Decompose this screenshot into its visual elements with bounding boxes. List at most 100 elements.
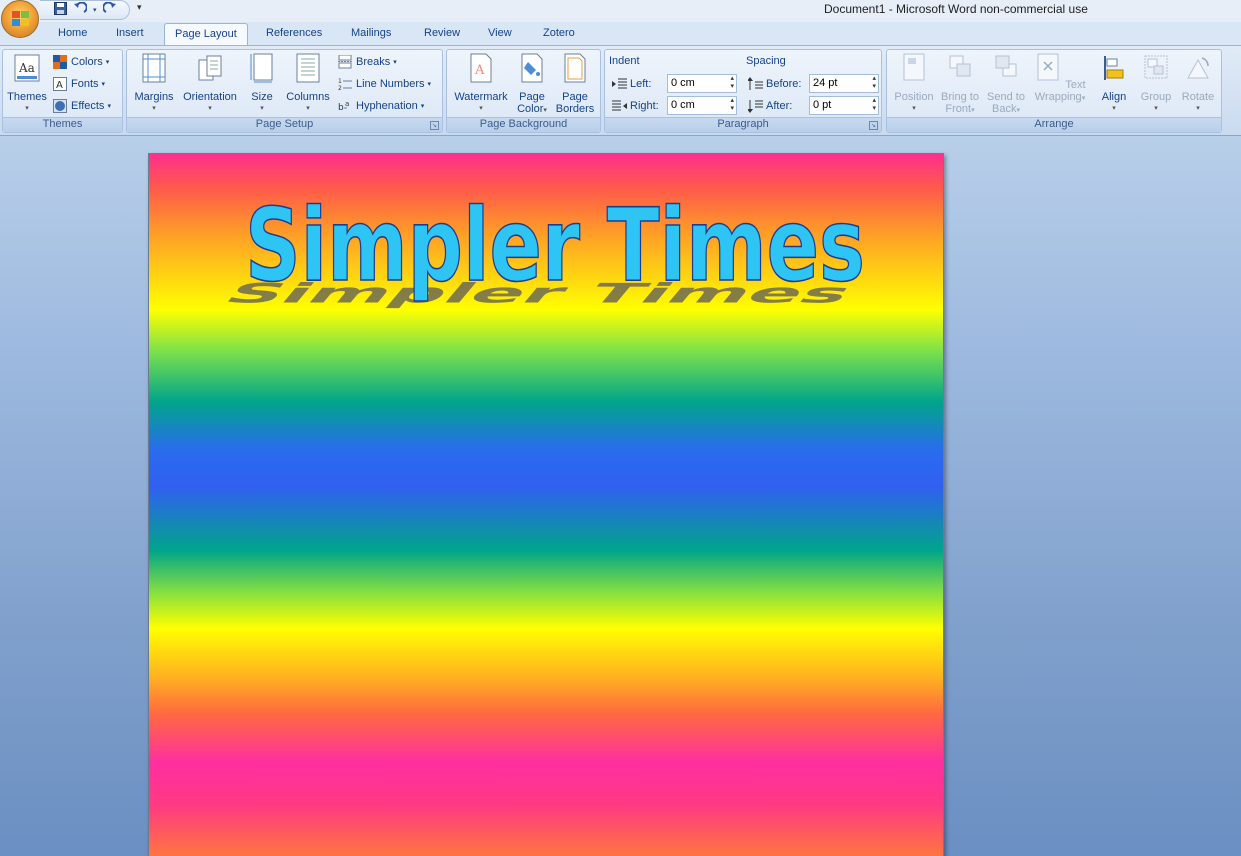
customize-qat-icon[interactable]: ▾ [137,3,142,13]
wordart-title[interactable]: Simpler Times Simpler Times [149,154,945,334]
position-icon [903,53,925,81]
chevron-down-icon: ▾ [306,105,310,112]
watermark-button[interactable]: A Watermark ▾ [452,52,510,115]
hyphenation-button[interactable]: ba Hyphenation ▾ [338,99,424,113]
ribbon: Aa Themes ▾ Colors ▾ A Fonts ▾ Effects ▾ Th… [0,45,1241,136]
indent-right-label: Right: [612,99,659,113]
text-wrapping-icon [1037,53,1059,81]
send-to-back-icon [995,55,1017,77]
page-background-group: A Watermark ▾ Page Color▾ Page Borders P… [446,49,601,133]
rotate-button[interactable]: Rotate ▾ [1177,52,1219,115]
undo-icon[interactable] [71,1,89,18]
svg-text:A: A [474,63,485,78]
page-color-icon [521,53,543,83]
svg-text:b: b [338,103,344,113]
group-button[interactable]: Group ▾ [1137,52,1175,115]
page-borders-button[interactable]: Page Borders [554,52,596,115]
redo-icon[interactable] [101,1,119,18]
columns-icon [296,53,320,83]
window-title: Document1 - Microsoft Word non-commercia… [824,2,1088,16]
svg-text:A: A [56,80,63,91]
tab-home[interactable]: Home [58,27,87,39]
page-setup-group: Margins ▾ Orientation ▾ Size ▾ Columns ▾… [126,49,443,133]
text-wrapping-button[interactable]: Text Wrapping▾ [1029,52,1091,105]
spinner-arrows-icon[interactable]: ▴ ▾ [730,75,734,91]
position-button[interactable]: Position ▾ [891,52,937,115]
page-setup-group-label: Page Setup [127,117,442,132]
page-background-group-label: Page Background [447,117,600,132]
chevron-down-icon: ▾ [1196,105,1200,112]
indent-left-icon [612,77,627,91]
margins-icon [142,53,166,83]
document-page[interactable]: Simpler Times Simpler Times [148,153,944,856]
colors-button[interactable]: Colors ▾ [53,55,109,69]
send-to-back-button[interactable]: Send to Back▾ [983,52,1029,117]
themes-group: Aa Themes ▾ Colors ▾ A Fonts ▾ Effects ▾ Th… [2,49,123,133]
indent-left-spinner[interactable]: 0 cm ▴ ▾ [667,74,737,93]
size-icon [250,53,273,83]
bring-to-front-button[interactable]: Bring to Front▾ [937,52,983,117]
indent-right-icon [612,99,627,113]
paragraph-dialog-launcher-icon[interactable]: ↘ [869,121,878,130]
tab-mailings[interactable]: Mailings [351,27,391,39]
office-logo-icon [12,11,29,26]
watermark-icon: A [470,53,492,83]
spinner-arrows-icon[interactable]: ▴ ▾ [730,97,734,113]
chevron-down-icon: ▾ [1112,105,1116,112]
chevron-down-icon: ▾ [152,105,156,112]
spacing-before-spinner[interactable]: 24 pt ▴ ▾ [809,74,879,93]
undo-dropdown-icon[interactable]: ▾ [91,6,99,14]
themes-icon: Aa [14,54,40,82]
document-area: Simpler Times Simpler Times [0,136,1241,856]
page-color-button[interactable]: Page Color▾ [513,52,551,117]
margins-button[interactable]: Margins ▾ [132,52,176,115]
title-bar: ▾ ▾ Document1 - Microsoft Word non-comme… [0,0,1241,22]
line-numbers-icon: 12 [338,77,353,92]
effects-icon [53,99,68,113]
arrange-group: Position ▾ Bring to Front▾ Send to Back▾… [886,49,1222,133]
colors-icon [53,55,68,69]
breaks-button[interactable]: Breaks ▾ [338,54,397,69]
indent-right-spinner[interactable]: 0 cm ▴ ▾ [667,96,737,115]
svg-text:2: 2 [338,85,342,91]
arrange-group-label: Arrange [887,117,1221,132]
spacing-after-spinner[interactable]: 0 pt ▴ ▾ [809,96,879,115]
tab-review[interactable]: Review [424,27,460,39]
quick-access-toolbar: ▾ [40,0,130,20]
spacing-after-label: After: [747,99,792,113]
tab-page-layout[interactable]: Page Layout [164,23,248,46]
tab-references[interactable]: References [266,27,322,39]
rotate-icon [1187,57,1209,79]
svg-text:1: 1 [338,78,342,85]
spacing-after-icon [747,99,763,113]
size-button[interactable]: Size ▾ [245,52,279,115]
spinner-arrows-icon[interactable]: ▴ ▾ [872,75,876,91]
page-borders-icon [564,53,586,83]
chevron-down-icon: ▾ [479,105,483,112]
svg-text:Aa: Aa [18,61,35,75]
chevron-down-icon: ▾ [1154,105,1158,112]
themes-group-label: Themes [3,117,122,132]
themes-button[interactable]: Aa Themes ▾ [6,52,48,115]
effects-button[interactable]: Effects ▾ [53,99,111,113]
orientation-icon [198,55,222,81]
orientation-button[interactable]: Orientation ▾ [179,52,241,115]
office-button[interactable] [1,0,39,38]
spinner-arrows-icon[interactable]: ▴ ▾ [872,97,876,113]
page-setup-dialog-launcher-icon[interactable]: ↘ [430,121,439,130]
fonts-button[interactable]: A Fonts ▾ [53,77,105,91]
tab-zotero[interactable]: Zotero [543,27,575,39]
align-icon [1104,56,1124,80]
hyphenation-icon: ba [338,99,353,113]
line-numbers-button[interactable]: 12 Line Numbers ▾ [338,77,431,92]
columns-button[interactable]: Columns ▾ [284,52,332,115]
save-icon[interactable] [52,2,69,18]
tab-insert[interactable]: Insert [116,27,144,39]
ribbon-tab-row: Home Insert Page Layout References Maili… [0,22,1241,46]
fonts-icon: A [53,77,68,91]
bring-to-front-icon [949,55,971,77]
paragraph-group-label: Paragraph [605,117,881,132]
chevron-down-icon: ▾ [260,105,264,112]
tab-view[interactable]: View [488,27,512,39]
align-button[interactable]: Align ▾ [1095,52,1133,115]
